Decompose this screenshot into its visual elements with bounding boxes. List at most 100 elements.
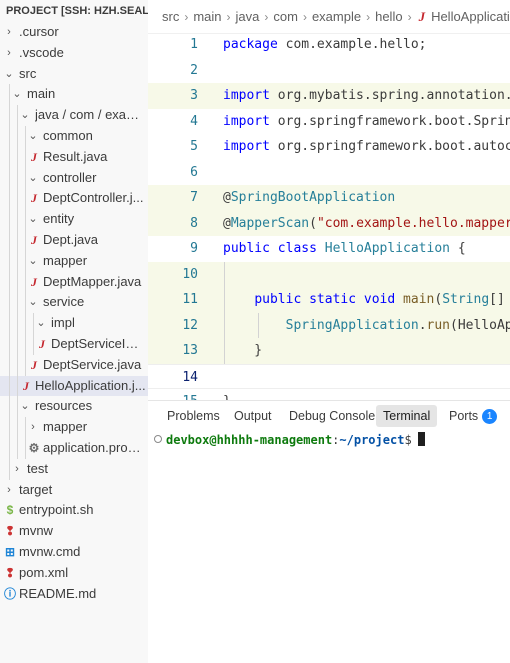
panel-tab-debug-console[interactable]: Debug Console (282, 405, 382, 427)
tree-folder-item[interactable]: ⌄ resources (0, 396, 148, 418)
tree-folder-item[interactable]: ⌄ service (0, 292, 148, 314)
chevron-down-icon[interactable]: ⌄ (3, 64, 15, 85)
panel-tab-output[interactable]: Output (227, 405, 279, 427)
panel-tab-terminal[interactable]: Terminal (376, 405, 438, 427)
tree-folder-item[interactable]: › test (0, 458, 148, 480)
tree-file-item[interactable]: J DeptService.java (0, 354, 148, 376)
tree-file-item[interactable]: J DeptMapper.java (0, 271, 148, 293)
code-area[interactable]: 1 package com.example.hello; 2 3 import org.… (148, 32, 510, 400)
code-line[interactable]: 6 (148, 160, 510, 186)
indent-guide (17, 105, 18, 126)
tree-folder-item[interactable]: › mapper (0, 417, 148, 438)
panel-tab-problems[interactable]: Problems (160, 405, 227, 427)
chevron-down-icon[interactable]: ⌄ (35, 313, 47, 334)
indent-guide (17, 188, 18, 210)
chevron-down-icon[interactable]: ⌄ (27, 168, 39, 189)
tree-folder-item[interactable]: › target (0, 480, 148, 501)
code-token: org.springframework.boot.SpringApplicati… (277, 113, 510, 129)
tree-file-item[interactable]: ⊞ mvnw.cmd (0, 542, 148, 563)
code-line[interactable]: 4 import org.springframework.boot.SpringA… (148, 109, 510, 135)
java-file-icon: J (31, 232, 37, 247)
indent-guide (9, 313, 10, 334)
line-number: 2 (190, 62, 198, 78)
tree-file-item[interactable]: $ entrypoint.sh (0, 500, 148, 521)
chevron-down-icon[interactable]: ⌄ (19, 105, 31, 126)
tree-folder-item[interactable]: ⌄ mapper (0, 250, 148, 272)
breadcrumb-chevron-icon: › (407, 10, 412, 24)
code-line[interactable]: 13 } (148, 338, 510, 364)
gear-file-icon: ⚙ (28, 440, 40, 455)
chevron-right-icon[interactable]: › (3, 22, 15, 43)
chevron-down-icon[interactable]: ⌄ (27, 292, 39, 313)
java-file-icon: J (31, 191, 37, 206)
chevron-right-icon[interactable]: › (11, 459, 23, 480)
terminal-prompt-line[interactable]: devbox@hhhhh-management:~/project$ (154, 431, 425, 449)
breadcrumb-segment[interactable]: src (162, 9, 179, 24)
chevron-down-icon[interactable]: ⌄ (27, 251, 39, 272)
tree-folder-item[interactable]: ⌄ impl (0, 313, 148, 334)
code-line[interactable]: 15} (148, 389, 510, 400)
code-line[interactable]: 9 public class HelloApplication { (148, 236, 510, 262)
indent-guide (25, 292, 26, 314)
tree-item-label: mapper (43, 419, 88, 435)
code-line[interactable]: 2 (148, 58, 510, 84)
panel-tab-ports[interactable]: Ports 1 (442, 405, 504, 427)
code-token: String (442, 292, 490, 307)
indent-guide (25, 437, 26, 459)
indent-guide (17, 354, 18, 376)
indent-guide (9, 333, 10, 355)
chevron-down-icon[interactable]: ⌄ (27, 126, 39, 147)
code-line[interactable]: 5 import org.springframework.boot.autocon… (148, 134, 510, 160)
tree-folder-item[interactable]: ⌄ entity (0, 209, 148, 230)
code-line[interactable]: 3 import org.mybatis.spring.annotation.Ma… (148, 83, 510, 109)
breadcrumb-segment[interactable]: java (236, 9, 260, 24)
tree-file-item[interactable]: ❢ pom.xml (0, 563, 148, 584)
tree-file-item[interactable]: J HelloApplication.j... (0, 375, 148, 397)
code-line[interactable]: 12 SpringApplication.run(HelloApplicatio… (148, 312, 510, 338)
code-text: @MapperScan("com.example.hello.mapper") (223, 211, 510, 237)
tree-item-label: target (19, 481, 53, 497)
tree-item-label: DeptMapper.java (43, 273, 142, 289)
editor[interactable]: src › main › java › com › example › hello › J HelloAp… (148, 0, 510, 400)
tree-file-item[interactable]: ⚙ application.prope... (0, 437, 148, 459)
chevron-down-icon[interactable]: ⌄ (11, 84, 23, 105)
breadcrumb-file[interactable]: HelloApplication.java (431, 9, 510, 24)
tree-folder-item[interactable]: › .cursor (0, 22, 148, 43)
tree-file-item[interactable]: ❢ mvnw (0, 521, 148, 542)
chevron-down-icon[interactable]: ⌄ (27, 209, 39, 230)
line-number: 7 (190, 190, 198, 205)
code-line[interactable]: 8 @MapperScan("com.example.hello.mapper") (148, 210, 510, 237)
tree-file-item[interactable]: J Dept.java (0, 229, 148, 251)
tree-file-item[interactable]: J DeptController.j... (0, 188, 148, 210)
chevron-down-icon[interactable]: ⌄ (19, 396, 31, 417)
chevron-right-icon[interactable]: › (3, 480, 15, 501)
breadcrumb-segment[interactable]: main (193, 9, 221, 24)
breadcrumb-segment[interactable]: hello (375, 9, 402, 24)
chevron-right-icon[interactable]: › (3, 43, 15, 64)
tree-folder-item[interactable]: › .vscode (0, 43, 148, 64)
indent-guide (9, 167, 10, 189)
tree-folder-item[interactable]: ⌄ controller (0, 167, 148, 189)
indent-guide (17, 313, 18, 334)
breadcrumb-segment[interactable]: example (312, 9, 361, 24)
tree-folder-item[interactable]: ⌄ java / com / exampl... (0, 105, 148, 126)
chevron-right-icon[interactable]: › (27, 417, 39, 438)
breadcrumb-segment[interactable]: com (273, 9, 298, 24)
code-line[interactable]: 10 (148, 261, 510, 287)
indent-guide (17, 292, 18, 314)
code-line[interactable]: 7 @SpringBootApplication (148, 185, 510, 211)
tree-file-item[interactable]: ⓘ README.md (0, 584, 148, 605)
tree-file-item[interactable]: J Result.java (0, 146, 148, 168)
tree-folder-item[interactable]: ⌄ common (0, 125, 148, 147)
tree-file-item[interactable]: J DeptServiceIm... (0, 333, 148, 355)
tree-folder-item[interactable]: ⌄ src (0, 64, 148, 85)
tree-folder-item[interactable]: ⌄ main (0, 84, 148, 106)
indent-guide (224, 261, 225, 287)
code-line[interactable]: 14 (148, 363, 510, 389)
indent-guide (9, 458, 10, 480)
explorer-title[interactable]: PROJECT [SSH: HZH.SEAL... (0, 0, 148, 22)
code-line[interactable]: 1 package com.example.hello; (148, 32, 510, 58)
code-line[interactable]: 11 public static void main(String[] args… (148, 287, 510, 313)
line-number: 1 (190, 37, 198, 52)
